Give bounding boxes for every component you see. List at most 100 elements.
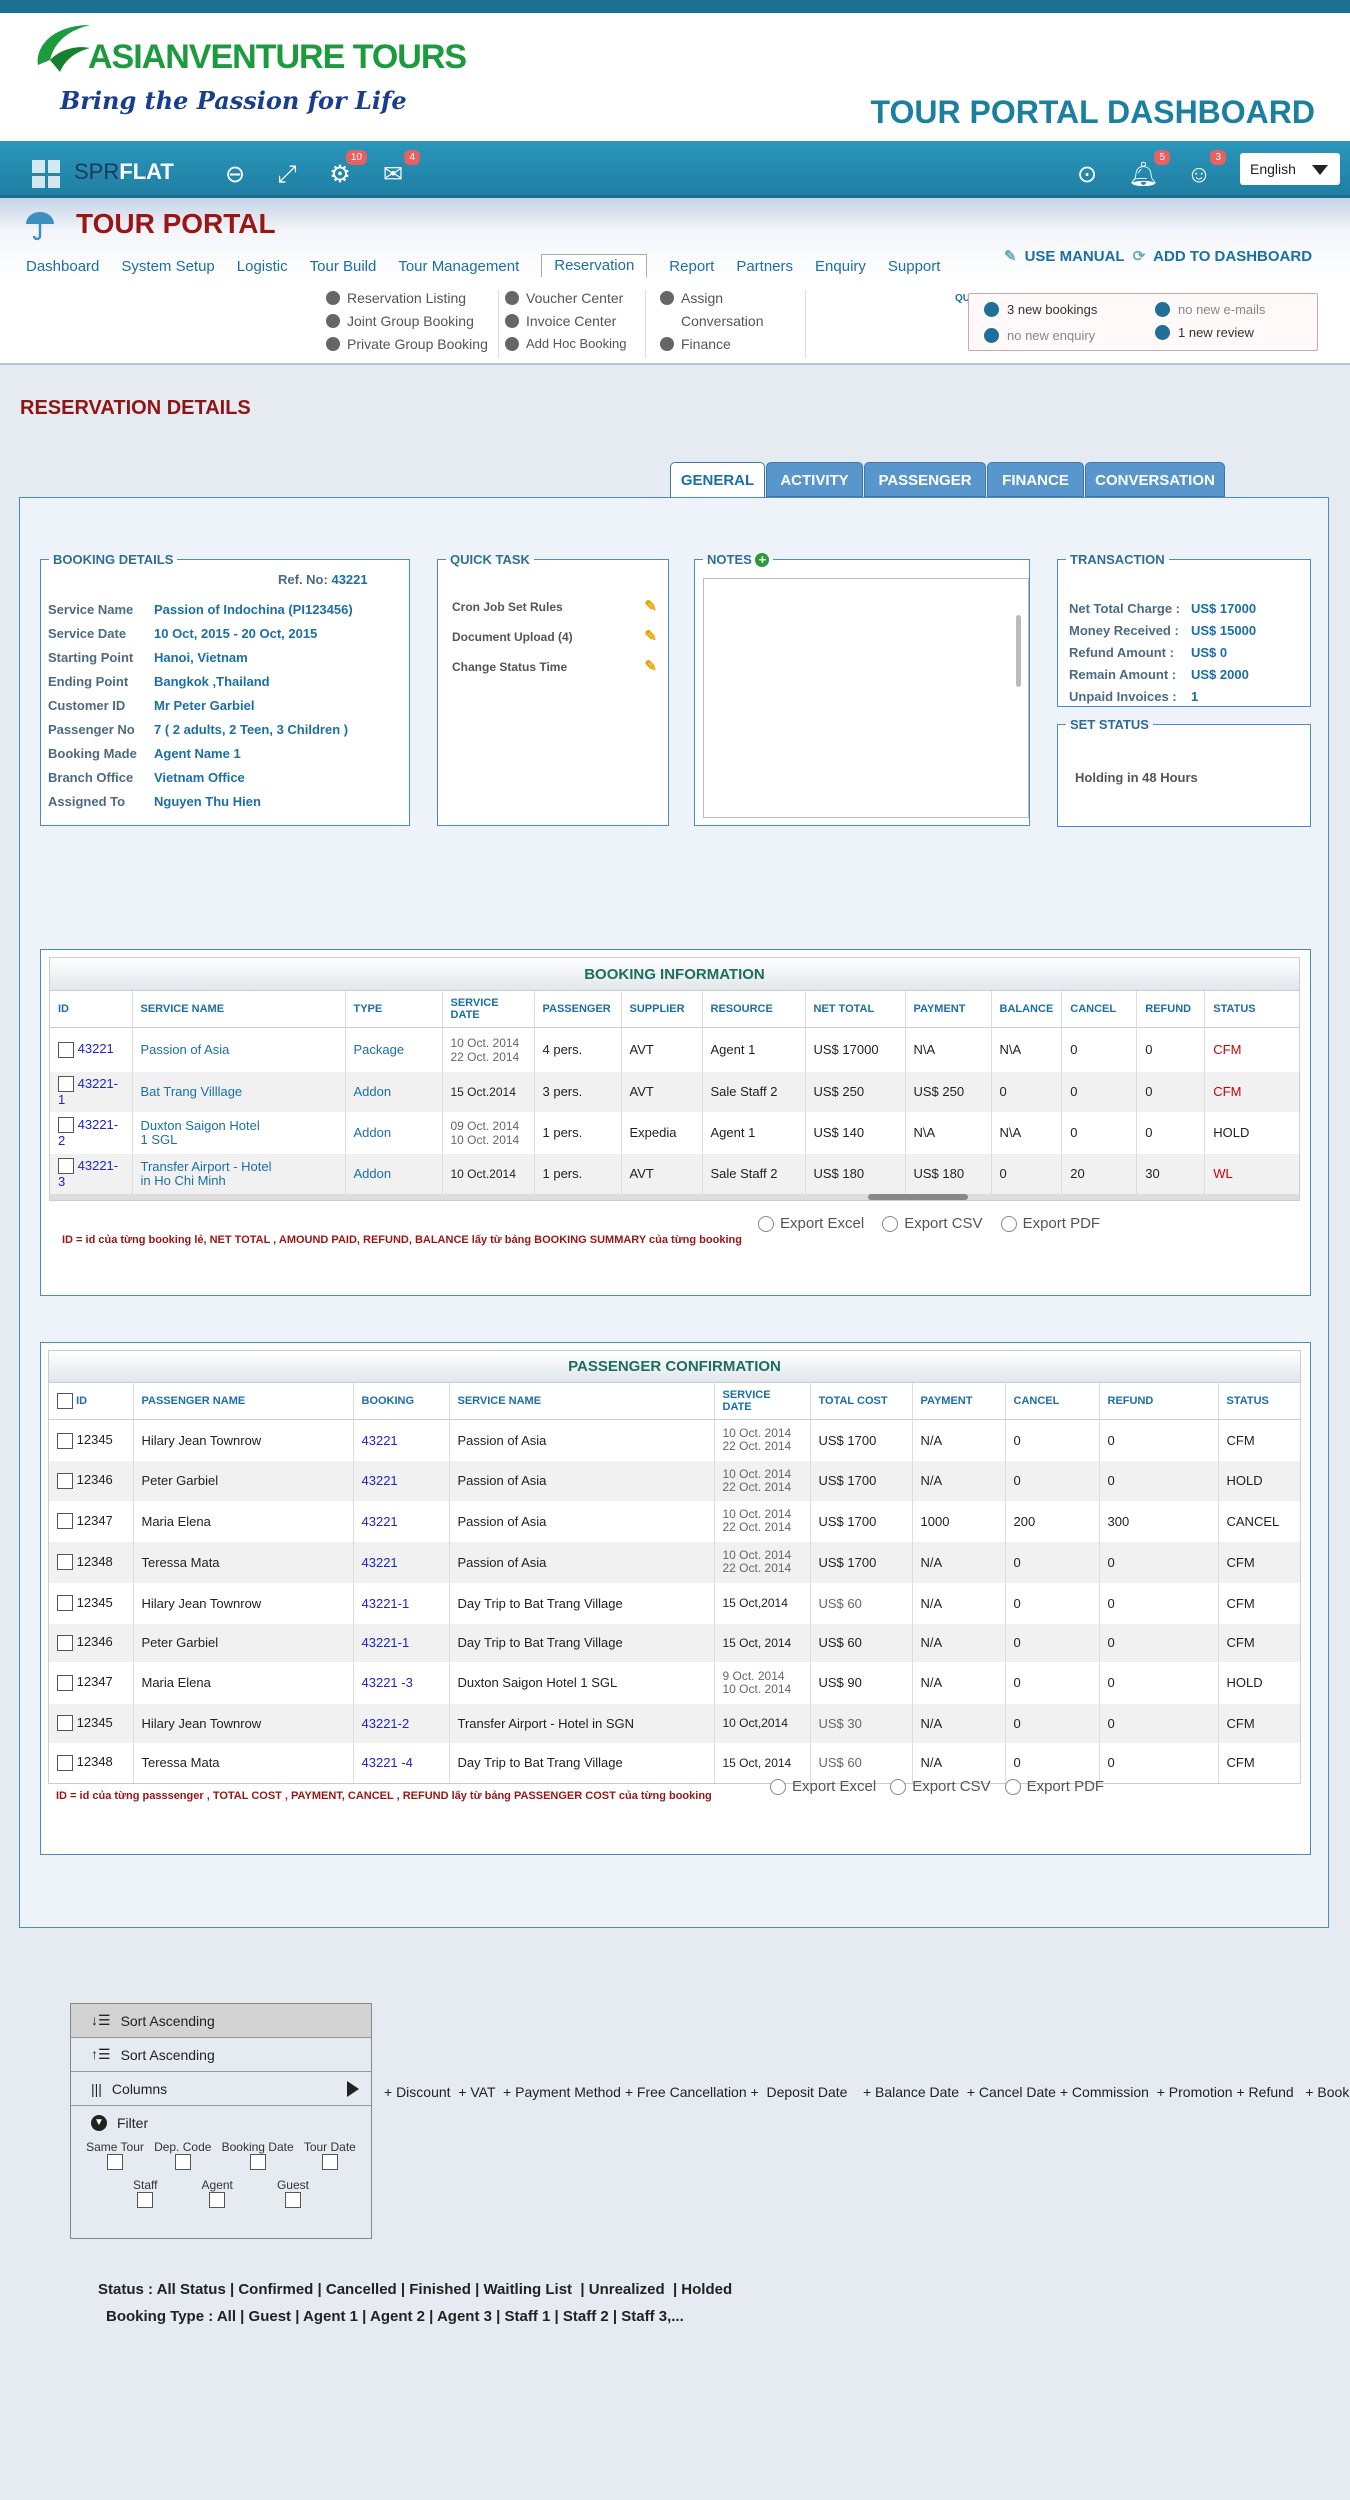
notes-textarea[interactable]	[703, 578, 1029, 818]
row-checkbox[interactable]	[57, 1595, 73, 1612]
row-checkbox[interactable]	[58, 1158, 74, 1175]
extra-columns-list[interactable]: + Discount + VAT + Payment Method + Free…	[384, 2084, 1350, 2100]
booking-id-link[interactable]: 43221	[78, 1041, 114, 1056]
quick-new-review[interactable]: 1 new review	[1155, 325, 1254, 340]
filter-same-tour[interactable]: Same Tour	[86, 2140, 144, 2170]
fullscreen-icon[interactable]: ⤢	[272, 160, 302, 190]
filter-dep-code[interactable]: Dep. Code	[154, 2140, 211, 2170]
mail-icon[interactable]: ✉ 4	[378, 150, 420, 190]
col-status[interactable]: STATUS	[1204, 991, 1299, 1028]
row-checkbox[interactable]	[58, 1076, 74, 1093]
col-cancel[interactable]: CANCEL	[1061, 991, 1138, 1028]
service-name[interactable]: Duxton Saigon Hotel 1 SGL	[132, 1111, 346, 1154]
submenu-conversation[interactable]: Conversation	[660, 313, 764, 329]
table-row[interactable]: 12345 Hilary Jean Townrow 43221-2 Transf…	[49, 1703, 1300, 1743]
col-service-date[interactable]: SERVICE DATE	[442, 991, 535, 1028]
add-note-icon[interactable]: +	[755, 553, 770, 567]
submenu-invoice-center[interactable]: Invoice Center	[505, 313, 626, 329]
col-type[interactable]: TYPE	[345, 991, 443, 1028]
row-checkbox[interactable]	[57, 1674, 73, 1691]
col-cancel[interactable]: CANCEL	[1005, 1383, 1100, 1420]
service-name[interactable]: Passion of Asia	[132, 1027, 346, 1072]
row-checkbox[interactable]	[57, 1634, 73, 1651]
col-payment[interactable]: PAYMENT	[905, 991, 992, 1028]
tab-passenger[interactable]: PASSENGER	[864, 462, 986, 497]
table-row[interactable]: 43221-1 Bat Trang Villlage Addon 15 Oct.…	[50, 1071, 1299, 1112]
service-name[interactable]: Bat Trang Villlage	[132, 1071, 346, 1112]
booking-link[interactable]: 43221 -4	[353, 1742, 450, 1783]
tab-activity[interactable]: ACTIVITY	[766, 462, 863, 497]
col-supplier[interactable]: SUPPLIER	[621, 991, 703, 1028]
col-refund[interactable]: REFUND	[1099, 1383, 1219, 1420]
notes-scrollbar[interactable]	[1016, 615, 1021, 687]
table-row[interactable]: 43221-3 Transfer Airport - Hotel in Ho C…	[50, 1153, 1299, 1194]
nav-partners[interactable]: Partners	[736, 256, 793, 277]
use-manual-link[interactable]: USE MANUAL	[1025, 248, 1125, 265]
task-change-status-time[interactable]: Change Status Time ✎	[452, 652, 657, 682]
row-checkbox[interactable]	[57, 1715, 73, 1732]
nav-system-setup[interactable]: System Setup	[121, 256, 214, 277]
filter-agent[interactable]: Agent	[202, 2178, 233, 2208]
horizontal-scrollbar[interactable]	[50, 1193, 1299, 1200]
download-icon[interactable]: ⊙	[1072, 160, 1102, 190]
nav-tour-build[interactable]: Tour Build	[310, 256, 377, 277]
submenu-assign[interactable]: Assign	[660, 290, 764, 306]
col-total-cost[interactable]: TOTAL COST	[810, 1383, 913, 1420]
booking-link[interactable]: 43221	[353, 1460, 450, 1501]
export-excel-radio[interactable]: Export Excel	[770, 1778, 876, 1795]
row-checkbox[interactable]	[57, 1754, 73, 1771]
select-all-checkbox[interactable]	[57, 1393, 73, 1409]
booking-link[interactable]: 43221 -3	[353, 1661, 450, 1704]
edit-pencil-icon[interactable]: ✎	[644, 622, 657, 652]
col-passenger[interactable]: PASSENGER	[534, 991, 622, 1028]
nav-logistic[interactable]: Logistic	[237, 256, 288, 277]
nav-support[interactable]: Support	[888, 256, 941, 277]
filter-booking-date[interactable]: Booking Date	[222, 2140, 294, 2170]
col-id[interactable]: ID	[49, 1383, 134, 1420]
col-service-name[interactable]: SERVICE NAME	[449, 1383, 715, 1420]
export-csv-radio[interactable]: Export CSV	[882, 1215, 983, 1232]
table-row[interactable]: 12345 Hilary Jean Townrow 43221-1 Day Tr…	[49, 1582, 1300, 1624]
quick-new-enquiry[interactable]: no new enquiry	[984, 328, 1095, 343]
booking-link[interactable]: 43221-1	[353, 1623, 450, 1662]
filter-guest[interactable]: Guest	[277, 2178, 309, 2208]
table-row[interactable]: 12346 Peter Garbiel 43221-1 Day Trip to …	[49, 1623, 1300, 1662]
menu-sort-ascending[interactable]: ↓☰ Sort Ascending	[71, 2004, 371, 2038]
menu-filter[interactable]: ▼ Filter	[71, 2106, 371, 2140]
submenu-voucher-center[interactable]: Voucher Center	[505, 290, 626, 306]
table-row[interactable]: 12346 Peter Garbiel 43221 Passion of Asi…	[49, 1460, 1300, 1501]
booking-link[interactable]: 43221	[353, 1500, 450, 1542]
filter-tour-date[interactable]: Tour Date	[304, 2140, 356, 2170]
booking-link[interactable]: 43221-2	[353, 1703, 450, 1743]
col-balance[interactable]: BALANCE	[991, 991, 1063, 1028]
app-grid-icon[interactable]	[32, 160, 60, 188]
tab-finance[interactable]: FINANCE	[987, 462, 1084, 497]
table-row[interactable]: 43221-2 Duxton Saigon Hotel 1 SGL Addon …	[50, 1111, 1299, 1154]
row-checkbox[interactable]	[57, 1432, 73, 1449]
table-row[interactable]: 43221 Passion of Asia Package 10 Oct. 20…	[50, 1027, 1299, 1072]
export-pdf-radio[interactable]: Export PDF	[1004, 1778, 1104, 1795]
add-to-dashboard-link[interactable]: ADD TO DASHBOARD	[1153, 248, 1312, 265]
submenu-private-group-booking[interactable]: Private Group Booking	[326, 336, 488, 352]
table-row[interactable]: 12345 Hilary Jean Townrow 43221 Passion …	[49, 1419, 1300, 1461]
col-net-total[interactable]: NET TOTAL	[805, 991, 906, 1028]
menu-sort-ascending-2[interactable]: ↑☰ Sort Ascending	[71, 2038, 371, 2072]
col-resource[interactable]: RESOURCE	[702, 991, 806, 1028]
col-booking[interactable]: BOOKING	[353, 1383, 450, 1420]
table-row[interactable]: 12347 Maria Elena 43221 -3 Duxton Saigon…	[49, 1661, 1300, 1704]
booking-type-filter-line[interactable]: Booking Type : All | Guest | Agent 1 | A…	[106, 2308, 684, 2325]
filter-staff[interactable]: Staff	[133, 2178, 157, 2208]
submenu-finance[interactable]: Finance	[660, 336, 764, 352]
status-filter-line[interactable]: Status : All Status | Confirmed | Cancel…	[98, 2281, 732, 2298]
export-excel-radio[interactable]: Export Excel	[758, 1215, 864, 1232]
col-service-name[interactable]: SERVICE NAME	[132, 991, 346, 1028]
row-checkbox[interactable]	[58, 1117, 74, 1134]
row-checkbox[interactable]	[57, 1472, 73, 1489]
nav-tour-management[interactable]: Tour Management	[398, 256, 519, 277]
col-status[interactable]: STATUS	[1218, 1383, 1300, 1420]
col-refund[interactable]: REFUND	[1136, 991, 1206, 1028]
booking-link[interactable]: 43221	[353, 1419, 450, 1461]
nav-enquiry[interactable]: Enquiry	[815, 256, 866, 277]
row-checkbox[interactable]	[57, 1554, 73, 1571]
export-csv-radio[interactable]: Export CSV	[890, 1778, 991, 1795]
